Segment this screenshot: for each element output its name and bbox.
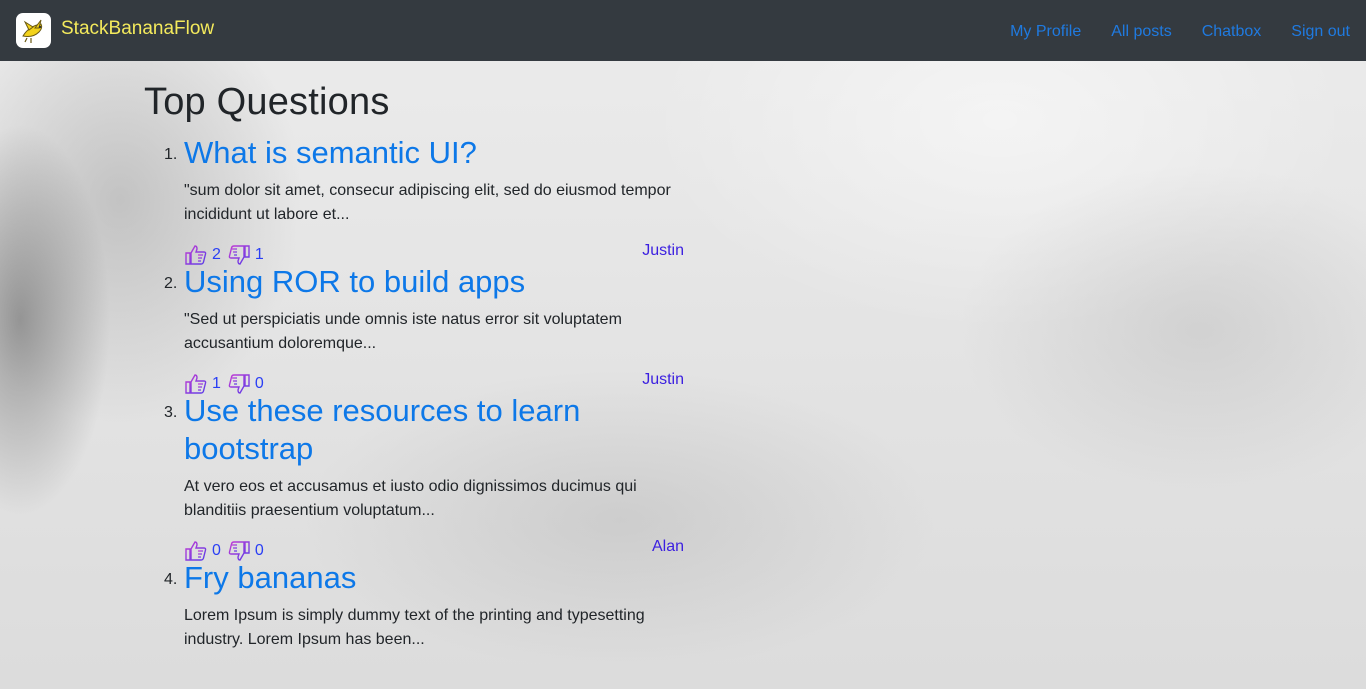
downvote-count: 0 [254, 542, 264, 559]
question-list: 1. What is semantic UI? "sum dolor sit a… [144, 134, 704, 652]
nav-link-chatbox[interactable]: Chatbox [1202, 23, 1262, 41]
downvote-count: 1 [254, 246, 264, 263]
question-item: 4. Fry bananas Lorem Ipsum is simply dum… [144, 559, 684, 652]
question-excerpt: "Sed ut perspiciatis unde omnis iste nat… [184, 311, 622, 352]
author-link[interactable]: Justin [642, 371, 684, 389]
upvote-count: 1 [212, 375, 221, 392]
author-link[interactable]: Alan [652, 538, 684, 556]
author-link[interactable]: Justin [642, 242, 684, 260]
navbar: StackBananaFlow My Profile All posts Cha… [0, 0, 1366, 61]
question-title-link[interactable]: Using ROR to build apps [184, 263, 684, 301]
question-number: 4. [164, 571, 178, 588]
question-number: 3. [164, 404, 178, 421]
downvote-count: 0 [254, 375, 264, 392]
question-number: 2. [164, 275, 178, 292]
nav-links: My Profile All posts Chatbox Sign out [980, 0, 1350, 61]
question-excerpt: Lorem Ipsum is simply dummy text of the … [184, 607, 645, 648]
question-number: 1. [164, 146, 178, 163]
question-item: 3. Use these resources to learn bootstra… [144, 392, 684, 566]
page-title: Top Questions [144, 81, 390, 123]
nav-link-sign-out[interactable]: Sign out [1291, 23, 1350, 41]
question-title-link[interactable]: Use these resources to learn bootstrap [184, 392, 604, 468]
nav-link-all-posts[interactable]: All posts [1111, 23, 1171, 41]
upvote-count: 0 [212, 542, 221, 559]
question-title-link[interactable]: What is semantic UI? [184, 134, 684, 172]
upvote-count: 2 [212, 246, 221, 263]
question-item: 2. Using ROR to build apps "Sed ut persp… [144, 263, 684, 399]
question-title-link[interactable]: Fry bananas [184, 559, 684, 597]
question-item: 1. What is semantic UI? "sum dolor sit a… [144, 134, 684, 270]
brand-name[interactable]: StackBananaFlow [61, 18, 214, 40]
banana-bird-logo-icon[interactable] [16, 13, 51, 48]
brand[interactable]: StackBananaFlow [16, 13, 214, 48]
question-excerpt: At vero eos et accusamus et iusto odio d… [184, 478, 637, 519]
nav-link-my-profile[interactable]: My Profile [1010, 23, 1081, 41]
main-content: Top Questions 1. What is semantic UI? "s… [144, 77, 704, 652]
question-excerpt: "sum dolor sit amet, consecur adipiscing… [184, 182, 671, 223]
